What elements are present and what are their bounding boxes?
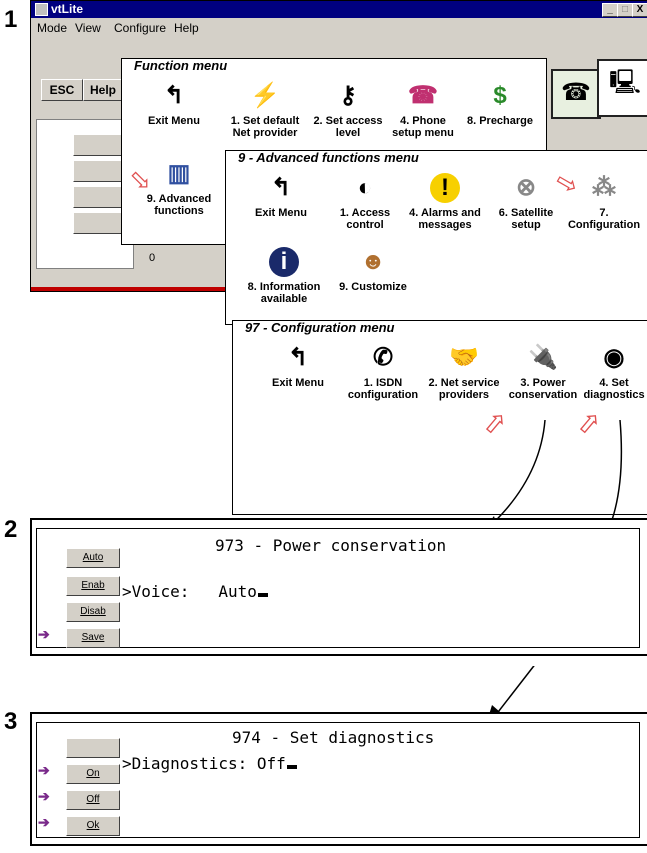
diagnostics-setting-line: >Diagnostics: Off	[122, 754, 297, 773]
power-conservation-screen: 973 - Power conservation >Voice: Auto Au…	[30, 518, 647, 666]
screen-title: 974 - Set diagnostics	[232, 728, 435, 747]
save-button[interactable]: Save	[66, 628, 120, 648]
diagnostics-setting-text: >Diagnostics: Off	[122, 754, 286, 773]
disable-button[interactable]: Disab	[66, 602, 120, 622]
auto-button[interactable]: Auto	[66, 548, 120, 568]
voice-setting-text: >Voice: Auto	[122, 582, 257, 601]
enable-button[interactable]: Enab	[66, 576, 120, 596]
off-button[interactable]: Off	[66, 790, 120, 810]
blank-button[interactable]	[66, 738, 120, 758]
pointer-arrow-icon: ➔	[38, 788, 50, 804]
ok-button[interactable]: Ok	[66, 816, 120, 836]
pointer-arrow-icon: ➔	[38, 814, 50, 830]
on-button[interactable]: On	[66, 764, 120, 784]
text-cursor	[286, 765, 297, 769]
pointer-arrow-icon: ➔	[38, 626, 50, 642]
screen-title: 973 - Power conservation	[215, 536, 447, 555]
voice-setting-line: >Voice: Auto	[122, 582, 268, 601]
text-cursor	[257, 593, 268, 597]
set-diagnostics-screen: 974 - Set diagnostics >Diagnostics: Off …	[30, 712, 647, 853]
pointer-arrow-icon: ➔	[38, 762, 50, 778]
